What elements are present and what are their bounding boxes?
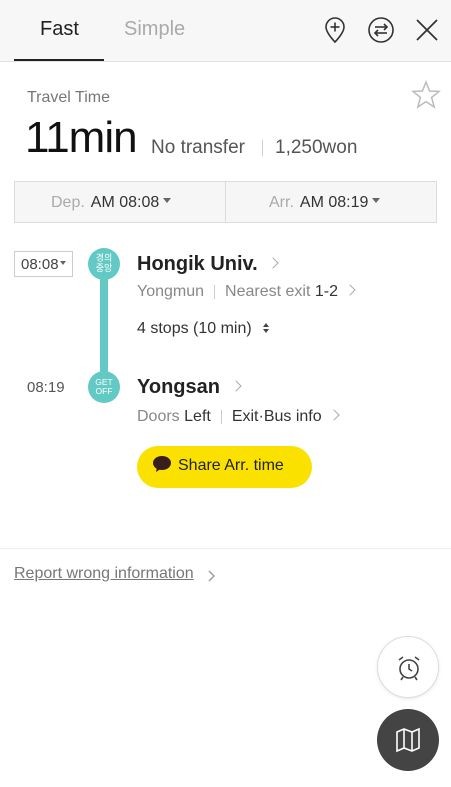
chevron-right-icon	[229, 380, 242, 392]
chevron-right-icon	[344, 284, 357, 296]
separator	[220, 409, 222, 424]
end-station-name: Yongsan	[137, 376, 220, 398]
get-off-badge: GET OFF	[88, 371, 120, 403]
travel-duration: 11min	[25, 113, 138, 162]
departure-time-dropdown[interactable]: 08:08	[14, 251, 73, 277]
active-tab-indicator	[14, 59, 104, 61]
line-badge-top: 경의	[95, 254, 113, 264]
close-icon[interactable]	[413, 16, 441, 44]
end-station-details: Doors Left Exit·Bus info	[137, 408, 340, 426]
top-bar: Fast Simple	[0, 0, 451, 62]
caret-down-icon	[59, 261, 66, 266]
departure-value: AM 08:08	[90, 194, 160, 211]
departure-time-select[interactable]: Dep. AM 08:08	[51, 194, 172, 212]
arrival-time-select[interactable]: Arr. AM 08:19	[269, 194, 381, 212]
nearest-exit-label: Nearest exit	[225, 283, 311, 300]
start-station-details: Yongmun Nearest exit 1-2	[137, 283, 357, 301]
end-station[interactable]: Yongsan	[137, 376, 242, 399]
share-arrival-time-button[interactable]: Share Arr. time	[137, 446, 312, 488]
alarm-clock-icon	[398, 656, 420, 681]
star-icon[interactable]	[410, 79, 442, 111]
direction: Yongmun	[137, 283, 205, 300]
transfer-info: No transfer	[151, 137, 245, 158]
dep-arr-selector: Dep. AM 08:08 Arr. AM 08:19	[14, 181, 437, 223]
chevron-right-icon	[267, 257, 279, 269]
report-wrong-info-link[interactable]: Report wrong information	[14, 565, 194, 583]
divider	[0, 548, 451, 549]
travel-time-label: Travel Time	[27, 89, 110, 106]
exit-bus-info-link[interactable]: Exit·Bus info	[231, 408, 340, 425]
exit-bus-info: Exit·Bus info	[231, 408, 322, 425]
nearest-exit-value: 1-2	[314, 283, 338, 300]
arrival-value: AM 08:19	[299, 194, 369, 211]
separator	[262, 140, 263, 156]
map-pin-plus-icon[interactable]	[321, 16, 349, 44]
get-off-bottom: OFF	[95, 386, 113, 396]
stops-count: 4 stops (10 min)	[137, 320, 252, 337]
swap-icon[interactable]	[367, 16, 395, 44]
divider	[225, 182, 226, 222]
arrival-label: Arr.	[269, 194, 294, 211]
alarm-button[interactable]	[377, 636, 439, 698]
caret-down-icon	[163, 198, 172, 204]
departure-label: Dep.	[51, 194, 85, 211]
start-station[interactable]: Hongik Univ.	[137, 253, 279, 276]
speech-bubble-icon	[153, 456, 171, 472]
map-icon	[396, 727, 420, 753]
caret-down-icon	[372, 198, 381, 204]
start-station-name: Hongik Univ.	[137, 253, 258, 275]
chevron-right-icon	[208, 570, 215, 582]
share-label: Share Arr. time	[178, 457, 284, 475]
map-button[interactable]	[377, 709, 439, 771]
line-badge: 경의 중앙	[88, 248, 120, 280]
chevron-right-icon	[328, 409, 340, 421]
arrival-time: 08:19	[27, 379, 65, 396]
doors-label: Doors	[137, 408, 180, 425]
line-route-bar	[100, 264, 108, 376]
separator	[214, 284, 216, 299]
fare: 1,250won	[275, 137, 358, 158]
departure-time: 08:08	[21, 256, 59, 273]
doors-value: Left	[184, 408, 211, 425]
line-badge-bottom: 중앙	[95, 264, 113, 274]
tab-simple[interactable]: Simple	[124, 18, 185, 41]
tab-fast[interactable]: Fast	[40, 18, 79, 41]
stops-toggle[interactable]: 4 stops (10 min)	[137, 320, 270, 338]
nearest-exit-link[interactable]: Nearest exit 1-2	[225, 283, 357, 300]
expand-updown-icon	[263, 322, 270, 333]
